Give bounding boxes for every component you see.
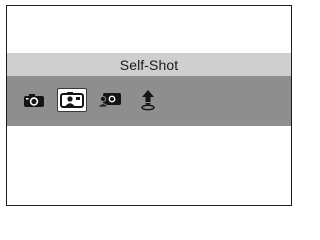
mode-option-group-shot[interactable] [95,88,125,112]
camera-icon [24,94,44,107]
mode-title-bar: Self-Shot [7,53,291,76]
mode-option-camera[interactable] [19,88,49,112]
group-shot-icon [97,93,121,108]
upload-icon [141,90,155,111]
camera-menu-screen: Self-Shot [6,5,292,206]
mode-icon-bar [7,76,291,126]
mode-title: Self-Shot [119,56,179,73]
self-shot-icon [60,92,84,108]
mode-option-upload[interactable] [133,88,163,112]
mode-option-self-shot[interactable] [57,88,87,112]
